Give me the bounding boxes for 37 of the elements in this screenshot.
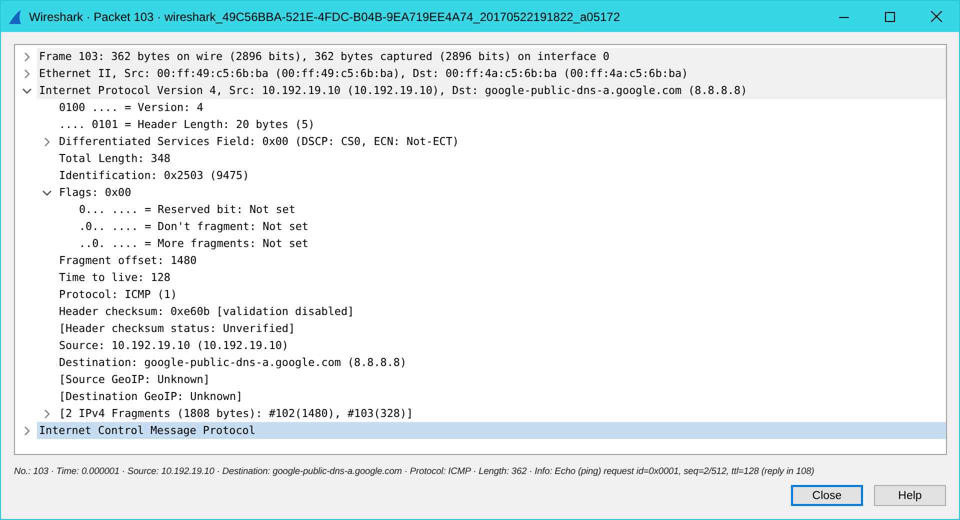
tree-item[interactable]: [2 IPv4 Fragments (1808 bytes): #102(1480), #103(328)]: [57, 405, 946, 422]
dialog-button[interactable]: Close: [791, 485, 863, 506]
tree-item[interactable]: Internet Control Message Protocol: [37, 422, 946, 439]
tree-item[interactable]: Ethernet II, Src: 00:ff:49:c5:6b:ba (00:ff:49:c5:6b:ba), Dst: 00:ff:4a:c5:6b:ba (00:ff:4a:c5:6b:ba): [37, 65, 946, 82]
tree-item[interactable]: [Header checksum status: Unverified]: [57, 320, 946, 337]
tree-item[interactable]: Source: 10.192.19.10 (10.192.19.10): [57, 337, 946, 354]
tree-item[interactable]: Flags: 0x00: [57, 184, 946, 201]
expand-chevron-icon[interactable]: [24, 68, 30, 78]
tree-item[interactable]: .0.. .... = Don't fragment: Not set: [77, 218, 946, 235]
tree-item[interactable]: ..0. .... = More fragments: Not set: [77, 235, 946, 252]
collapse-chevron-icon[interactable]: [42, 190, 52, 196]
dialog-button[interactable]: Help: [874, 485, 946, 506]
expand-chevron-icon[interactable]: [44, 408, 50, 418]
tree-item[interactable]: Differentiated Services Field: 0x00 (DSCP: CS0, ECN: Not-ECT): [57, 133, 946, 150]
tree-item[interactable]: Frame 103: 362 bytes on wire (2896 bits), 362 bytes captured (2896 bits) on interface 0: [37, 48, 946, 65]
expand-chevron-icon[interactable]: [24, 52, 30, 62]
tree-item[interactable]: 0100 .... = Version: 4: [57, 99, 946, 116]
tree-item[interactable]: Identification: 0x2503 (9475): [57, 167, 946, 184]
tree-item[interactable]: Time to live: 128: [57, 269, 946, 286]
shark-fin-icon: [7, 8, 23, 24]
tree-item[interactable]: .... 0101 = Header Length: 20 bytes (5): [57, 116, 946, 133]
collapse-chevron-icon[interactable]: [22, 88, 32, 94]
tree-item[interactable]: Internet Protocol Version 4, Src: 10.192.19.10 (10.192.19.10), Dst: google-public-dns-a.google.com (8.8.8.8): [37, 82, 946, 99]
tree-item[interactable]: [Source GeoIP: Unknown]: [57, 371, 946, 388]
maximize-icon: [885, 12, 895, 22]
packet-summary: No.: 103 · Time: 0.000001 · Source: 10.192.19.10 · Destination: google-public-dns-a.google.com · Protocol: ICMP · Length: 362 · Info: Echo (ping) request id=0x0001, seq=2/512, ttl=128 (reply in 108): [14, 466, 816, 476]
tree-item[interactable]: Fragment offset: 1480: [57, 252, 946, 269]
expand-chevron-icon[interactable]: [44, 136, 50, 146]
tree-item[interactable]: 0... .... = Reserved bit: Not set: [77, 201, 946, 218]
tree-item[interactable]: Header checksum: 0xe60b [validation disabled]: [57, 303, 946, 320]
tree-item[interactable]: Protocol: ICMP (1): [57, 286, 946, 303]
tree-item[interactable]: Destination: google-public-dns-a.google.com (8.8.8.8): [57, 354, 946, 371]
tree-item[interactable]: Total Length: 348: [57, 150, 946, 167]
close-icon: [930, 11, 942, 22]
window-title: Wireshark · Packet 103 · wireshark_49C56BBA-521E-4FDC-B04B-9EA719EE4A74_20170522191822_a05172: [29, 10, 622, 24]
tree-item[interactable]: [Destination GeoIP: Unknown]: [57, 388, 946, 405]
expand-chevron-icon[interactable]: [24, 426, 30, 436]
